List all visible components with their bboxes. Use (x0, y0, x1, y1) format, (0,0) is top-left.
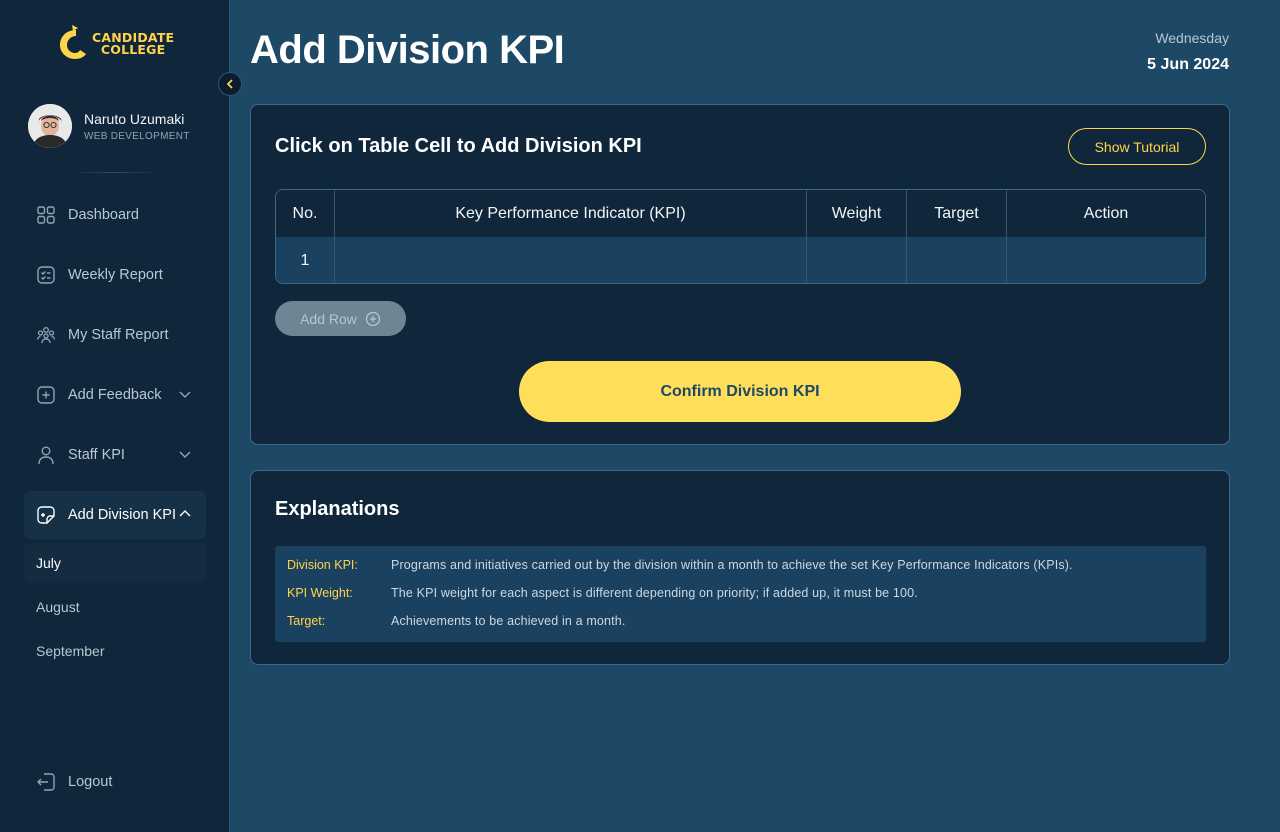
explanation-desc: Programs and initiatives carried out by … (391, 558, 1073, 572)
logout-label: Logout (68, 774, 113, 790)
sidebar-item-label: Add Feedback (68, 387, 162, 403)
sidebar-item-dashboard[interactable]: Dashboard (24, 191, 206, 239)
table-header-target: Target (907, 190, 1007, 237)
sidebar-item-label: My Staff Report (68, 327, 169, 343)
brand-logo[interactable]: CANDIDATE COLLEGE (58, 24, 178, 64)
sidebar-item-staff-kpi[interactable]: Staff KPI (24, 431, 206, 479)
explanations-title: Explanations (275, 498, 400, 520)
table-cell-weight[interactable] (807, 237, 907, 283)
plus-square-icon (36, 385, 56, 405)
explanation-item: Target: Achievements to be achieved in a… (287, 614, 1194, 642)
table-header-no: No. (276, 190, 335, 237)
table-header-weight: Weight (807, 190, 907, 237)
date-display: Wednesday 5 Jun 2024 (1147, 30, 1229, 74)
table-cell-kpi[interactable] (335, 237, 807, 283)
sidebar-item-add-division-kpi[interactable]: Add Division KPI (24, 491, 206, 539)
explanations-list: Division KPI: Programs and initiatives c… (275, 546, 1206, 642)
kpi-table: No. Key Performance Indicator (KPI) Weig… (275, 189, 1206, 284)
date-value: 5 Jun 2024 (1147, 56, 1229, 73)
add-row-label: Add Row (300, 310, 357, 327)
table-header-kpi: Key Performance Indicator (KPI) (335, 190, 807, 237)
kpi-card-title: Click on Table Cell to Add Division KPI (275, 135, 642, 157)
page-title: Add Division KPI (250, 28, 565, 72)
sidebar-item-add-feedback[interactable]: Add Feedback (24, 371, 206, 419)
sidebar-item-label: Add Division KPI (68, 507, 176, 523)
explanation-item: KPI Weight: The KPI weight for each aspe… (287, 586, 1194, 614)
explanation-desc: The KPI weight for each aspect is differ… (391, 586, 918, 600)
table-row: 1 (276, 237, 1205, 283)
date-day: Wednesday (1155, 30, 1229, 46)
logout-button[interactable]: Logout (24, 758, 206, 806)
user-icon (36, 445, 56, 465)
sidebar-item-label: Weekly Report (68, 267, 163, 283)
explanations-card: Explanations Division KPI: Programs and … (250, 470, 1230, 665)
submenu-item-august[interactable]: August (24, 587, 206, 627)
explanation-desc: Achievements to be achieved in a month. (391, 614, 626, 628)
logout-icon (36, 772, 56, 792)
table-cell-target[interactable] (907, 237, 1007, 283)
table-header-row: No. Key Performance Indicator (KPI) Weig… (276, 190, 1205, 237)
table-cell-action[interactable] (1007, 237, 1205, 283)
sidebar-item-label: Dashboard (68, 207, 139, 223)
chevron-left-icon (226, 79, 233, 89)
explanation-term: Division KPI: (287, 558, 358, 572)
document-plus-icon (36, 505, 56, 525)
grid-icon (36, 205, 56, 225)
table-cell-no: 1 (276, 237, 335, 283)
show-tutorial-button[interactable]: Show Tutorial (1068, 128, 1206, 165)
team-icon (36, 325, 56, 345)
table-header-action: Action (1083, 204, 1129, 222)
checklist-icon (36, 265, 56, 285)
submenu-item-september[interactable]: September (24, 631, 206, 671)
sidebar-item-weekly-report[interactable]: Weekly Report (24, 251, 206, 299)
sidebar-item-my-staff-report[interactable]: My Staff Report (24, 311, 206, 359)
add-row-button[interactable]: Add Row (275, 301, 406, 336)
chevron-down-icon (178, 387, 192, 405)
chevron-down-icon (178, 447, 192, 465)
user-role: WEB DEVELOPMENT (84, 130, 190, 142)
explanation-item: Division KPI: Programs and initiatives c… (287, 558, 1194, 586)
plus-circle-icon (365, 311, 381, 326)
user-name: Naruto Uzumaki (84, 110, 185, 127)
brand-name: CANDIDATE COLLEGE (92, 31, 174, 57)
avatar-portrait-icon (28, 104, 72, 148)
brand-line2: COLLEGE (100, 42, 166, 57)
avatar (28, 104, 72, 148)
confirm-division-kpi-button[interactable]: Confirm Division KPI (519, 361, 961, 422)
sidebar-collapse-button[interactable] (218, 72, 242, 96)
kpi-card: Click on Table Cell to Add Division KPI … (250, 104, 1230, 445)
explanation-term: KPI Weight: (287, 586, 353, 600)
submenu-item-july[interactable]: July (24, 543, 206, 583)
chevron-up-icon (178, 507, 192, 525)
sidebar: CANDIDATE COLLEGE Naruto Uzumaki WEB DEV… (0, 0, 230, 832)
sidebar-item-label: Staff KPI (68, 447, 125, 463)
explanation-term: Target: (287, 614, 326, 628)
user-profile[interactable]: Naruto Uzumaki WEB DEVELOPMENT (28, 104, 190, 148)
sidebar-divider (70, 172, 160, 173)
logo-mark-icon (60, 25, 86, 59)
